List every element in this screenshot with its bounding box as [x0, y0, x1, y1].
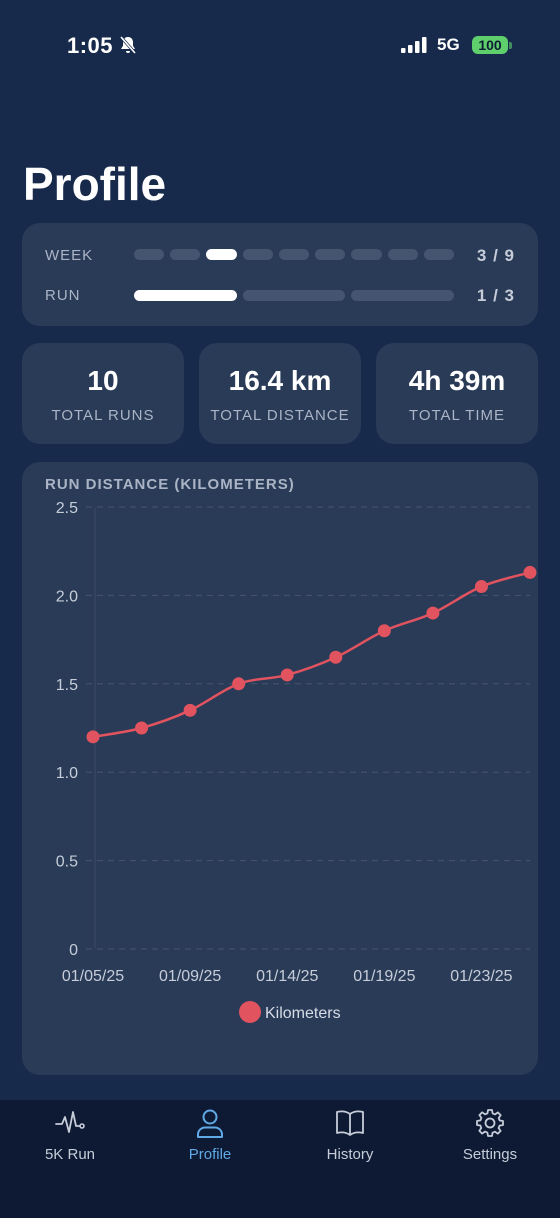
data-point — [280, 668, 294, 682]
x-tick-label: 01/23/25 — [450, 968, 512, 985]
status-bar: 1:05 5G 100 — [0, 0, 560, 90]
tab-profile[interactable]: Profile — [140, 1100, 280, 1180]
legend-label: Kilometers — [265, 1005, 341, 1022]
data-point — [426, 606, 440, 620]
person-icon — [197, 1109, 223, 1138]
total-time-label: TOTAL TIME — [408, 407, 506, 424]
data-point — [232, 677, 246, 691]
data-point — [135, 721, 149, 735]
tab-history[interactable]: History — [280, 1100, 420, 1180]
battery-icon: 100 — [472, 36, 508, 54]
network-type: 5G — [437, 35, 460, 54]
progress-card: WEEK 3 / 9 RUN 1 / 3 — [22, 223, 538, 326]
progress-segment — [242, 249, 273, 260]
silent-bell-icon — [118, 35, 138, 60]
week-label: WEEK — [45, 247, 94, 264]
data-point — [523, 565, 537, 579]
gear-icon — [476, 1109, 504, 1137]
book-icon — [336, 1110, 364, 1136]
data-point — [329, 650, 343, 664]
x-tick-label: 01/14/25 — [256, 968, 318, 985]
stat-card-total-time: 4h 39m TOTAL TIME — [376, 343, 538, 444]
chart-title: RUN DISTANCE (KILOMETERS) — [45, 476, 295, 493]
x-tick-label: 01/09/25 — [159, 968, 221, 985]
x-tick-label: 01/05/25 — [62, 968, 124, 985]
progress-segment — [351, 249, 382, 260]
cellular-signal-icon — [401, 37, 429, 58]
y-tick-label: 1.0 — [56, 765, 78, 782]
progress-segment-current — [134, 290, 237, 301]
pulse-icon — [55, 1111, 85, 1133]
page-title: Profile — [23, 158, 167, 210]
progress-segment — [134, 249, 165, 260]
run-count: 1 / 3 — [476, 286, 515, 305]
status-time: 1:05 — [67, 33, 114, 58]
stat-card-total-runs: 10 TOTAL RUNS — [22, 343, 184, 444]
tab-settings[interactable]: Settings — [420, 1100, 560, 1180]
y-tick-label: 0.5 — [56, 854, 78, 871]
tab-5k-run[interactable]: 5K Run — [0, 1100, 140, 1180]
data-point — [86, 730, 100, 744]
data-point — [183, 703, 197, 717]
progress-segment — [242, 290, 346, 301]
progress-segment — [170, 249, 201, 260]
chart-card: 0 0.5 1.0 1.5 2.0 2.5 01/05/25 01/09/25 01/14/25… — [22, 462, 538, 1075]
tab-label: Settings — [462, 1146, 518, 1163]
total-runs-value: 10 — [87, 365, 119, 396]
total-time-value: 4h 39m — [408, 365, 506, 396]
run-label: RUN — [45, 287, 81, 304]
y-tick-label: 0 — [69, 942, 78, 959]
progress-segment — [387, 249, 418, 260]
progress-segment — [278, 249, 310, 260]
tab-label: History — [326, 1146, 374, 1163]
progress-segment — [351, 290, 454, 301]
legend-marker — [239, 1001, 261, 1023]
tab-label: Profile — [188, 1146, 232, 1163]
total-distance-value: 16.4 km — [228, 365, 332, 396]
run-distance-chart: 0 0.5 1.0 1.5 2.0 2.5 01/05/25 01/09/25 01/14/25… — [56, 500, 537, 1023]
tab-label: 5K Run — [44, 1146, 96, 1163]
progress-segment — [315, 249, 346, 260]
week-count: 3 / 9 — [476, 246, 515, 265]
total-distance-label: TOTAL DISTANCE — [210, 407, 350, 424]
progress-segment-current — [206, 249, 237, 260]
progress-segment — [423, 249, 454, 260]
y-tick-label: 2.0 — [56, 588, 78, 605]
data-point — [474, 580, 488, 594]
total-runs-label: TOTAL RUNS — [51, 407, 155, 424]
series-line — [92, 571, 531, 739]
x-tick-label: 01/19/25 — [353, 968, 415, 985]
tab-bar: 5K Run Profile History Settings — [0, 1100, 560, 1218]
battery-cap — [509, 42, 512, 49]
y-tick-label: 2.5 — [56, 500, 78, 517]
y-tick-label: 1.5 — [56, 677, 78, 694]
data-point — [377, 624, 391, 638]
stat-card-total-distance: 16.4 km TOTAL DISTANCE — [199, 343, 361, 444]
